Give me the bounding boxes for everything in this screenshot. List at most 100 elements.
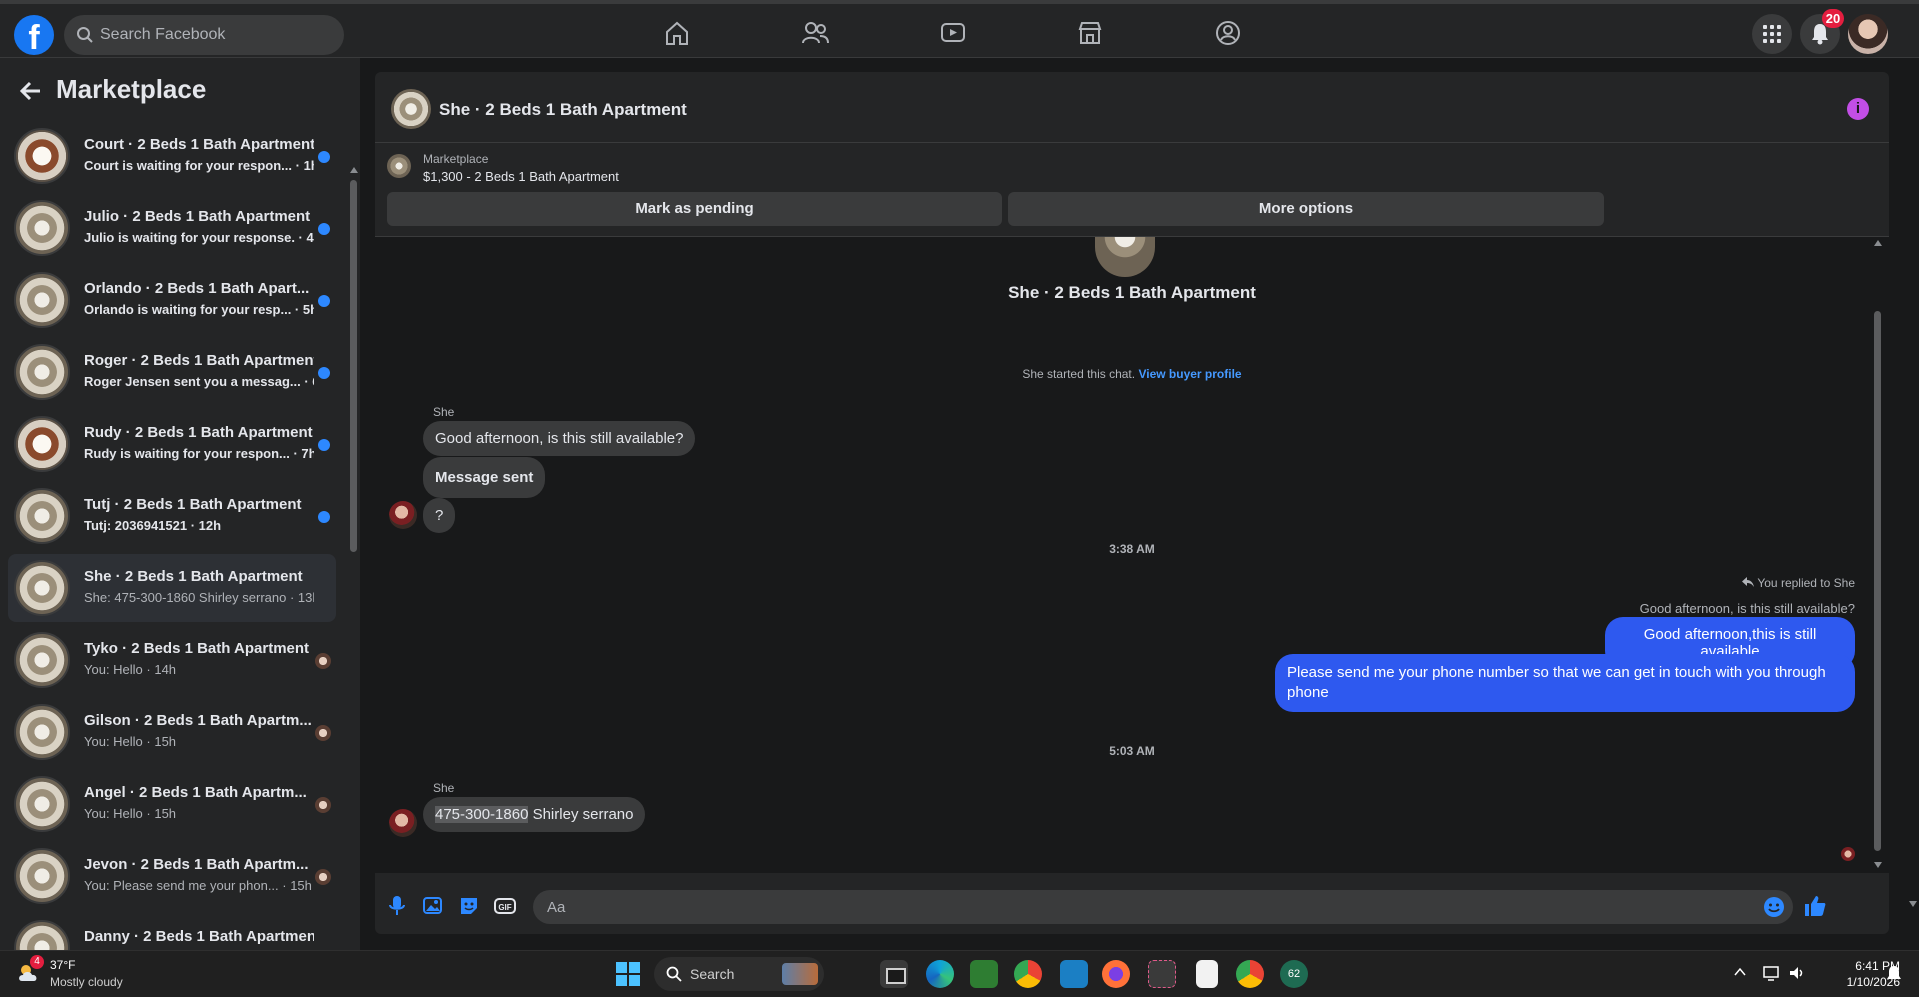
listing-thumbnail	[14, 128, 70, 184]
emoji-icon[interactable]	[1763, 896, 1785, 918]
chevron-up-icon[interactable]	[1734, 967, 1746, 977]
conversation-item[interactable]: Danny · 2 Beds 1 Bath ApartmentYou can n…	[8, 914, 336, 950]
conversation-title: Angel · 2 Beds 1 Bath Apartm...	[84, 784, 307, 801]
conversation-item[interactable]: Jevon · 2 Beds 1 Bath Apartm... You: Plea…	[8, 842, 336, 910]
thread-scroll-thumb[interactable]	[1874, 311, 1881, 851]
listing-thumbnail	[14, 704, 70, 760]
sticker-icon[interactable]	[457, 894, 481, 918]
listing-thumbnail	[14, 272, 70, 328]
home-icon[interactable]	[662, 18, 692, 48]
chrome-icon[interactable]	[1014, 960, 1042, 988]
spreadsheet-app-icon[interactable]	[970, 960, 998, 988]
weather-temperature[interactable]: 37°F	[50, 958, 75, 972]
conversation-item[interactable]: Rudy · 2 Beds 1 Bath Apartment Rudy is wa…	[8, 410, 336, 478]
search-facebook-input[interactable]: Search Facebook	[64, 15, 344, 55]
incoming-message[interactable]: Message sent	[423, 457, 546, 498]
menu-grid-button[interactable]	[1752, 14, 1792, 54]
chrome-profile-icon[interactable]	[1236, 960, 1264, 988]
taskbar-search[interactable]: Search	[654, 957, 824, 991]
listing-price[interactable]: $1,300 - 2 Beds 1 Bath Apartment	[423, 169, 619, 184]
notification-center-icon[interactable]	[1886, 965, 1902, 983]
incoming-message[interactable]: Good afternoon, is this still available?	[423, 421, 696, 456]
listing-thumbnail	[14, 560, 70, 616]
seen-avatar	[315, 653, 331, 669]
message-input[interactable]: Aa	[533, 890, 1793, 924]
seen-avatar	[315, 869, 331, 885]
watch-icon[interactable]	[938, 18, 968, 48]
message-input-placeholder: Aa	[547, 899, 566, 916]
seen-avatar	[315, 725, 331, 741]
groups-icon[interactable]	[1213, 18, 1243, 48]
gif-icon[interactable]: GIF	[493, 894, 517, 918]
file-explorer-icon[interactable]	[880, 960, 908, 988]
marketplace-icon[interactable]	[1075, 18, 1105, 48]
sidebar-title: Marketplace	[56, 74, 207, 104]
weather-description[interactable]: Mostly cloudy	[50, 975, 123, 989]
page-scrollbar[interactable]	[1906, 58, 1919, 950]
windows-start-icon[interactable]	[614, 960, 642, 988]
account-avatar[interactable]	[1848, 14, 1888, 54]
conversation-item[interactable]: She · 2 Beds 1 Bath Apartment She: 475-30…	[8, 554, 336, 622]
skype-icon[interactable]	[1060, 960, 1088, 988]
listing-thumbnail[interactable]	[387, 154, 411, 178]
incoming-message[interactable]: 475-300-1860 Shirley serrano	[423, 797, 646, 832]
search-placeholder: Search Facebook	[100, 26, 226, 43]
conversation-item[interactable]: Julio · 2 Beds 1 Bath Apartment Julio is …	[8, 194, 336, 262]
conversation-item[interactable]: Angel · 2 Beds 1 Bath Apartm... You: Hell…	[8, 770, 336, 838]
conversation-title: Jevon · 2 Beds 1 Bath Apartm...	[84, 856, 309, 873]
info-icon[interactable]: i	[1847, 98, 1869, 120]
conversation-preview: Orlando is waiting for your resp... · 5h	[84, 302, 314, 317]
microphone-icon[interactable]	[385, 894, 409, 918]
chat-title[interactable]: She · 2 Beds 1 Bath Apartment	[439, 100, 687, 120]
message-thread: She · 2 Beds 1 Bath Apartment She starte…	[375, 236, 1889, 873]
listing-thumbnail	[14, 344, 70, 400]
selected-phone-number[interactable]: 475-300-1860	[435, 806, 529, 823]
conversation-item[interactable]: Roger · 2 Beds 1 Bath Apartment Roger Jen…	[8, 338, 336, 406]
scroll-up-icon[interactable]	[1874, 239, 1882, 247]
friends-icon[interactable]	[800, 18, 830, 48]
mark-as-pending-button[interactable]: Mark as pending	[387, 192, 1002, 226]
volume-icon[interactable]	[1788, 964, 1806, 982]
scroll-down-icon[interactable]	[1874, 861, 1882, 869]
firefox-icon[interactable]	[1102, 960, 1130, 988]
listing-thumbnail	[14, 776, 70, 832]
facebook-logo[interactable]: f	[14, 15, 54, 55]
conversation-preview: Roger Jensen sent you a messag... · 6h	[84, 374, 314, 389]
weather-alert-badge: 4	[30, 955, 44, 969]
chat-avatar[interactable]	[391, 89, 431, 129]
unread-dot	[318, 367, 330, 379]
like-icon[interactable]	[1803, 894, 1827, 918]
conversation-item[interactable]: Court · 2 Beds 1 Bath Apartment Court is …	[8, 122, 336, 190]
conversation-preview: You: Please send me your phon... · 15h	[84, 878, 312, 893]
conversation-item[interactable]: Gilson · 2 Beds 1 Bath Apartm... You: Hel…	[8, 698, 336, 766]
back-arrow-icon[interactable]	[16, 76, 46, 106]
photo-icon[interactable]	[421, 894, 445, 918]
conversation-item[interactable]: Orlando · 2 Beds 1 Bath Apart... Orlando …	[8, 266, 336, 334]
conversation-preview: You: Hello · 14h	[84, 662, 177, 677]
incoming-message[interactable]: ?	[423, 498, 456, 533]
windows-taskbar: 4 37°F Mostly cloudy Search 62 6:41 PM 1…	[0, 950, 1919, 997]
network-icon[interactable]	[1762, 964, 1780, 982]
app-with-badge-icon[interactable]: 62	[1280, 960, 1308, 988]
sender-avatar[interactable]	[389, 501, 417, 529]
sidebar-scroll-thumb[interactable]	[350, 180, 357, 552]
snipping-tool-icon[interactable]	[1148, 960, 1176, 988]
sender-name: She	[433, 405, 455, 419]
more-options-button[interactable]: More options	[1008, 192, 1604, 226]
notepad-icon[interactable]	[1196, 960, 1218, 988]
conversation-item[interactable]: Tyko · 2 Beds 1 Bath Apartment You: Hello…	[8, 626, 336, 694]
listing-thumbnail	[14, 920, 70, 950]
outgoing-message[interactable]: Please send me your phone number so that…	[1275, 654, 1855, 712]
scroll-up-icon[interactable]	[350, 166, 358, 174]
quoted-message[interactable]: Good afternoon, is this still available?	[1355, 601, 1855, 616]
scroll-down-icon[interactable]	[1909, 900, 1917, 908]
reply-indicator-text: You replied to She	[1757, 576, 1855, 590]
listing-thumbnail	[14, 848, 70, 904]
conversation-item[interactable]: Tutj · 2 Beds 1 Bath Apartment Tutj: 2036…	[8, 482, 336, 550]
sidebar-scrollbar[interactable]	[349, 166, 358, 950]
search-highlight-icon	[782, 963, 818, 985]
edge-browser-icon[interactable]	[926, 960, 954, 988]
view-buyer-profile-link[interactable]: View buyer profile	[1138, 367, 1241, 381]
thread-scrollbar[interactable]	[1872, 237, 1884, 873]
sender-avatar[interactable]	[389, 809, 417, 837]
